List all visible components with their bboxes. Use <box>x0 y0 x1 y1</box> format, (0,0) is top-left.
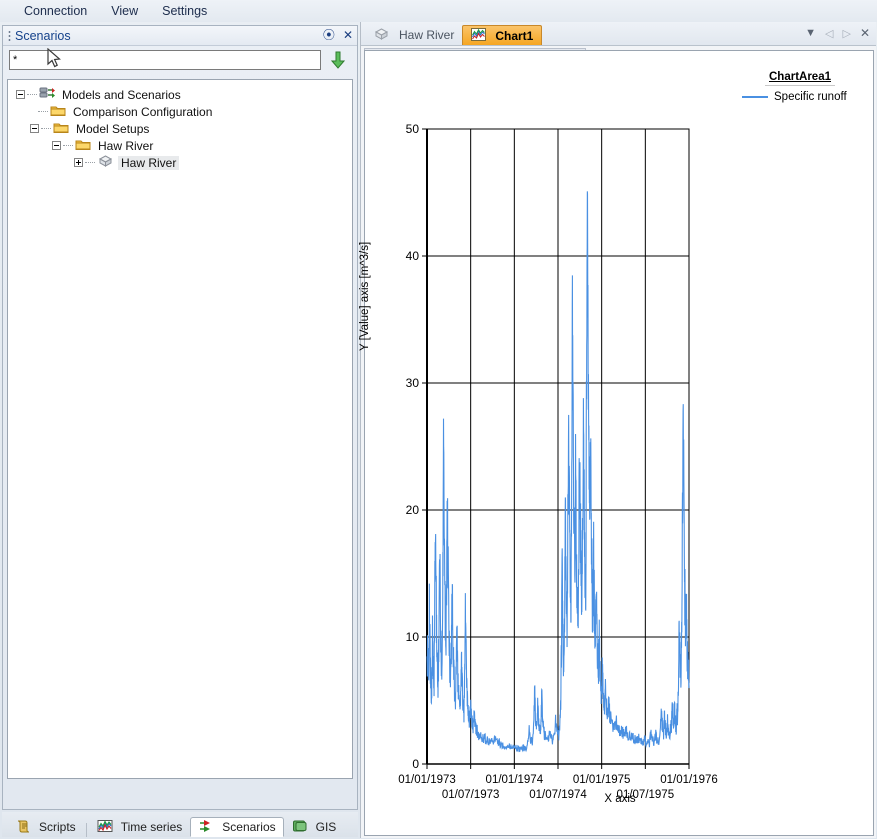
scenarios-panel: Scenarios ⦿ ✕ * Models and Scenarios Com… <box>2 25 358 810</box>
models-scenarios-icon <box>39 86 55 103</box>
x-tick-label-major: 01/01/1974 <box>486 774 544 786</box>
timeseries-icon <box>97 819 113 836</box>
tab-list-dropdown-icon[interactable]: ▼ <box>805 27 816 39</box>
chart-y-ticks: 0 10 20 30 40 50 <box>406 122 428 771</box>
pin-icon[interactable]: ⦿ <box>323 28 335 42</box>
tree-node-model-setups[interactable]: Model Setups <box>8 120 352 137</box>
x-tick-label-major: 01/01/1975 <box>573 774 631 786</box>
folder-icon <box>53 121 69 137</box>
tree-connector <box>41 128 51 129</box>
expander-minus-icon[interactable] <box>52 141 61 150</box>
model-icon <box>97 154 114 171</box>
menu-item-connection[interactable]: Connection <box>12 1 99 21</box>
close-icon[interactable]: ✕ <box>343 28 353 42</box>
expander-plus-icon[interactable] <box>74 158 83 167</box>
x-axis-title: X axis <box>604 793 636 805</box>
chart-icon <box>471 27 487 44</box>
panel-title: Scenarios <box>15 28 71 43</box>
panel-grip-icon[interactable] <box>8 29 11 42</box>
x-tick-label-major: 01/01/1976 <box>660 774 718 786</box>
folder-icon <box>75 138 91 154</box>
tab-next-arrow-icon[interactable]: ▷ <box>842 27 850 40</box>
legend-entry-label: Specific runoff <box>774 91 847 103</box>
document-tab-chart1[interactable]: Chart1 <box>462 25 543 45</box>
tree-node-label: Haw River <box>98 138 154 153</box>
scenarios-icon <box>198 819 214 836</box>
y-tick-label: 50 <box>406 122 420 136</box>
tree-connector <box>63 145 73 146</box>
folder-icon <box>50 104 66 120</box>
bottom-tab-label: GIS <box>315 820 337 834</box>
tree-connector <box>85 162 95 163</box>
chart-legend: ChartArea1 Specific runoff <box>740 69 860 103</box>
tree-connector <box>38 111 48 112</box>
document-tab-label: Haw River <box>399 28 455 42</box>
bottom-tab-label: Time series <box>120 820 183 834</box>
y-tick-label: 10 <box>406 630 420 644</box>
bottom-tab-scripts[interactable]: Scripts <box>8 817 84 837</box>
tab-separator <box>85 823 87 837</box>
y-tick-label: 40 <box>406 249 420 263</box>
bottom-tab-scenarios[interactable]: Scenarios <box>190 817 284 837</box>
menu-bar: Connection View Settings <box>0 0 877 22</box>
expander-minus-icon[interactable] <box>16 90 25 99</box>
tree-node-haw-river-model[interactable]: Haw River <box>8 154 352 171</box>
tree-node-label: Comparison Configuration <box>73 104 213 119</box>
bottom-tab-strip: Scripts Time series Scenarios GIS <box>2 812 358 837</box>
menu-item-settings[interactable]: Settings <box>150 1 219 21</box>
y-tick-label: 30 <box>406 376 420 390</box>
y-axis-title: Y [Value] axis [m^3/s] <box>359 241 371 351</box>
bottom-tab-label: Scripts <box>39 820 76 834</box>
scenarios-tree[interactable]: Models and Scenarios Comparison Configur… <box>7 79 353 779</box>
down-arrow-icon <box>331 51 345 69</box>
document-panel: Haw River Chart1 ▼ ◁ ▷ ✕ 0 10 20 30 40 5… <box>359 22 876 838</box>
document-tab-strip: Haw River Chart1 ▼ ◁ ▷ ✕ <box>361 22 876 46</box>
filter-apply-button[interactable] <box>325 49 351 71</box>
tree-node-haw-river-folder[interactable]: Haw River <box>8 137 352 154</box>
legend-entry[interactable]: Specific runoff <box>740 91 860 103</box>
y-tick-label: 0 <box>412 757 419 771</box>
mouse-cursor <box>47 48 61 68</box>
tree-connector <box>27 94 37 95</box>
document-tab-haw-river[interactable]: Haw River <box>365 25 462 45</box>
expander-minus-icon[interactable] <box>30 124 39 133</box>
bottom-tab-gis[interactable]: GIS <box>284 817 345 837</box>
x-tick-label-major: 01/01/1973 <box>398 774 456 786</box>
bottom-tab-label: Scenarios <box>222 820 276 834</box>
chart-plot: 0 10 20 30 40 50 01/01/1973 01/01/1974 01/01/19… <box>398 122 718 801</box>
tree-node-comparison-configuration[interactable]: Comparison Configuration <box>8 103 352 120</box>
document-tab-label: Chart1 <box>495 28 534 43</box>
y-tick-label: 20 <box>406 503 420 517</box>
gis-icon <box>292 819 308 836</box>
application-window: Connection View Settings Scenarios ⦿ ✕ *… <box>0 0 877 839</box>
tree-node-models-and-scenarios[interactable]: Models and Scenarios <box>8 86 352 103</box>
legend-title: ChartArea1 <box>765 71 835 86</box>
menu-item-view[interactable]: View <box>99 1 150 21</box>
bottom-tab-time-series[interactable]: Time series <box>89 817 191 837</box>
tab-close-icon[interactable]: ✕ <box>860 26 870 40</box>
tab-prev-arrow-icon[interactable]: ◁ <box>825 27 833 40</box>
scripts-icon <box>16 819 31 836</box>
tree-node-label: Haw River <box>118 155 180 170</box>
tree-node-label: Models and Scenarios <box>62 87 181 102</box>
chart-canvas[interactable]: 0 10 20 30 40 50 01/01/1973 01/01/1974 01/01/19… <box>359 50 874 836</box>
model-icon <box>373 27 390 44</box>
legend-color-swatch <box>742 96 768 98</box>
panel-caption-bar: Scenarios ⦿ ✕ <box>3 26 357 46</box>
tree-node-label: Model Setups <box>76 121 150 136</box>
